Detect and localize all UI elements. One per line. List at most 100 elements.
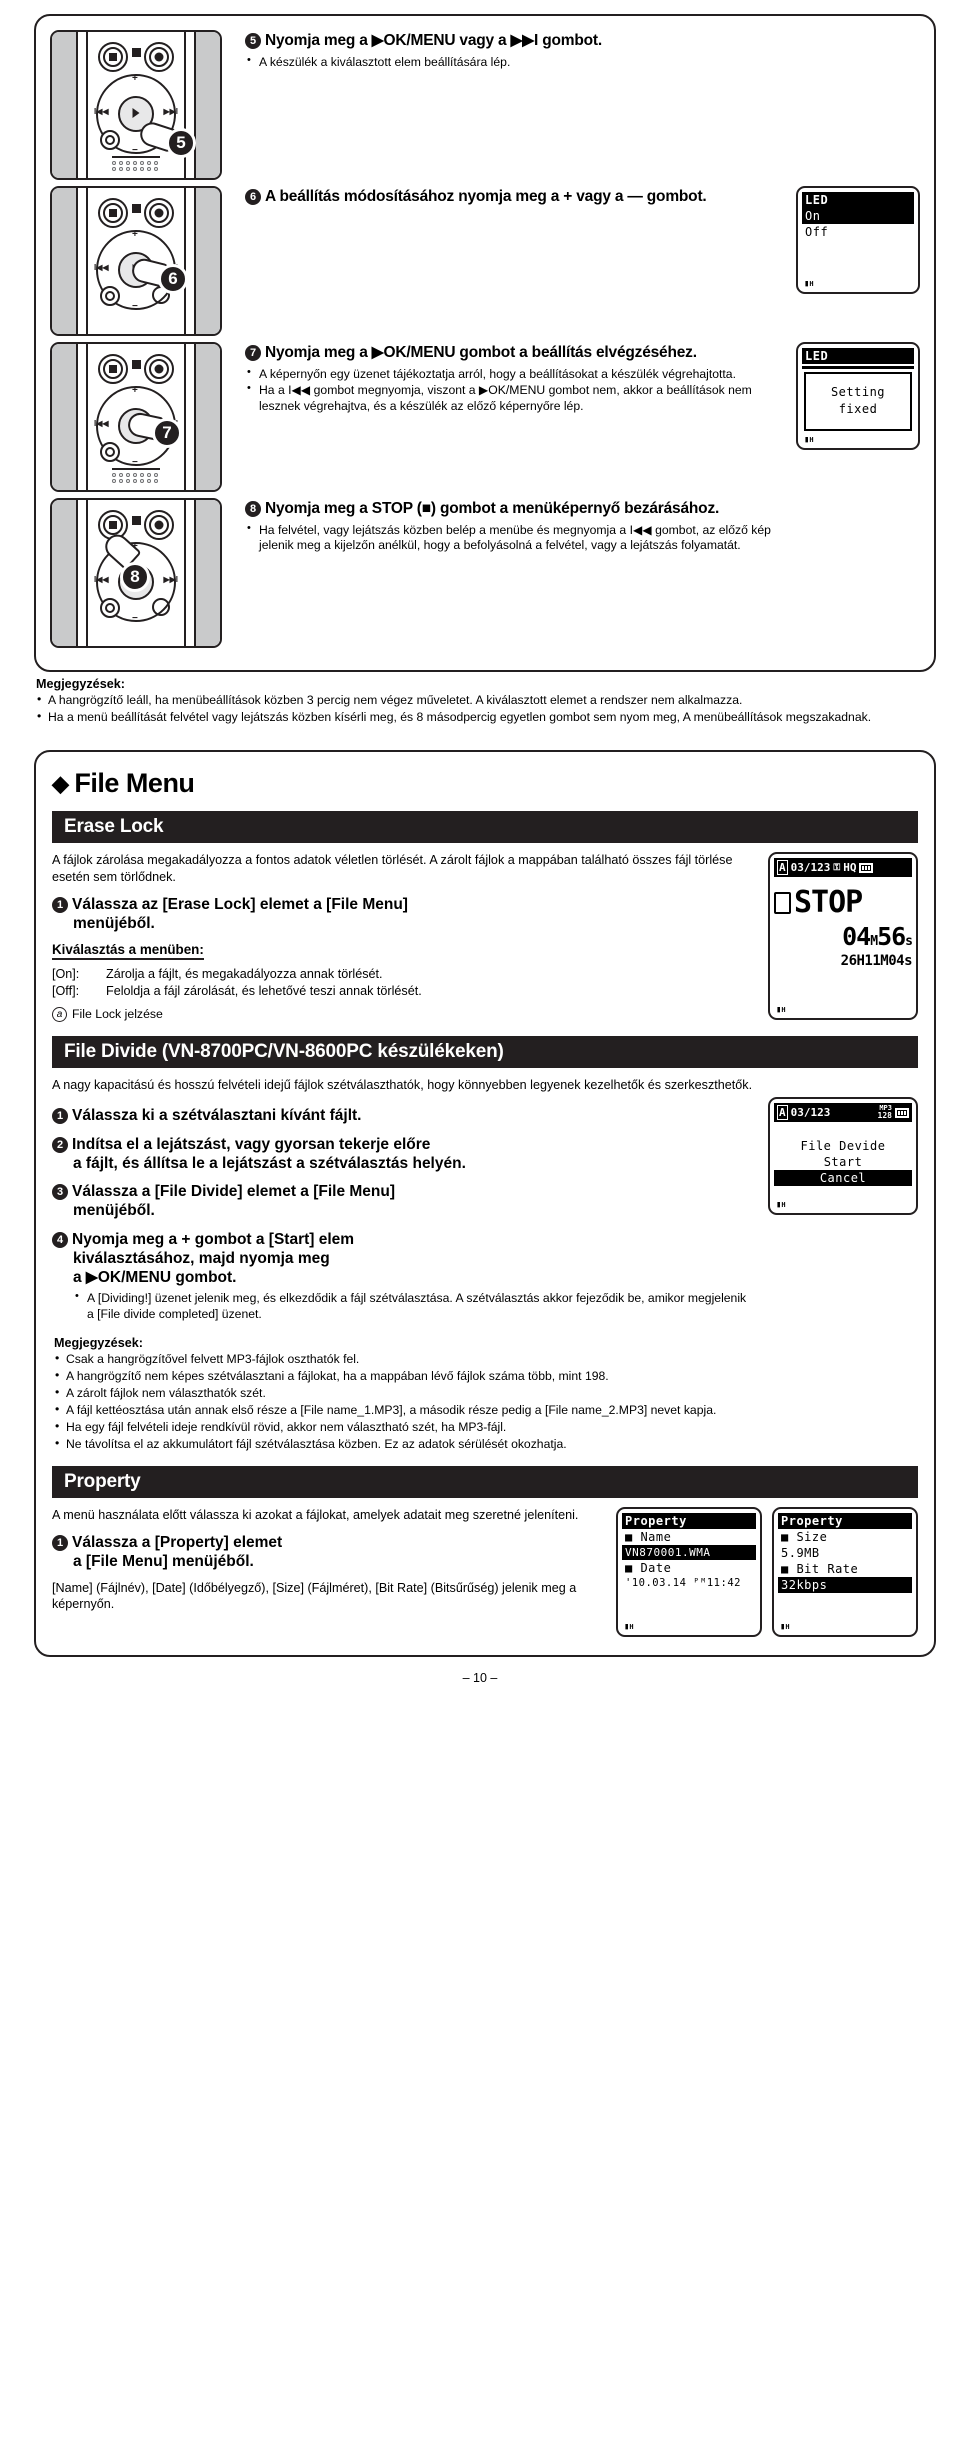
option-key: [Off]:: [52, 983, 80, 998]
step-badge: 1: [52, 896, 68, 913]
device-face: + − I◀◀ ▶▶I 8: [80, 500, 192, 646]
list-item: Ha egy fájl felvételi ideje rendkívül rö…: [54, 1419, 918, 1436]
page-number: – 10 –: [462, 1671, 498, 1686]
folder-indicator: A: [777, 1105, 788, 1121]
lcd-separator: [802, 366, 914, 369]
lcd-setting-fixed: LED Setting fixed ▮H: [796, 342, 920, 450]
erase-lock-lcd-wrap: A 03/123 ⚿ HQ STOP 04M56s 26H11M04s ▮H: [768, 852, 918, 1021]
notes-title: Megjegyzések:: [36, 677, 125, 691]
plus-label: +: [132, 385, 138, 396]
steps-section: + − I◀◀ ▶▶I 5 5 Nyomja meg a ▶OK/MENU va…: [34, 14, 936, 672]
erase-button-graphic: [152, 598, 170, 616]
file-menu-title-text: File Menu: [74, 768, 195, 799]
erase-lock-legend: a File Lock jelzése: [52, 1006, 754, 1022]
lcd-field-date-value: '10.03.14 ᴾᴹ11:42: [625, 1577, 741, 1590]
file-divide-step-3: 3 Válassza a [File Divide] elemet a [File…: [52, 1182, 754, 1220]
step-6-text: 6A beállítás módosításához nyomja meg a …: [235, 186, 788, 207]
step-5-callout-number: 5: [166, 128, 196, 158]
display-indicator-graphic: [132, 360, 141, 369]
step-8-heading-text: Nyomja meg a STOP (■) gombot a menüképer…: [265, 500, 720, 517]
recorder-device-graphic: + − I◀◀ ▶▶I 7: [50, 342, 222, 492]
step-8-callout-number: 8: [120, 562, 150, 592]
lcd-title: Property: [778, 1513, 912, 1530]
step-6-device-illustration: + − I◀◀ ▶▶I 6: [50, 186, 235, 336]
erase-lock-step-1: 1 Válassza az [Erase Lock] elemet a [File…: [52, 895, 754, 933]
file-divide-step-1: 1 Válassza ki a szétválasztani kívánt fáj…: [52, 1106, 754, 1125]
minus-label: −: [132, 613, 138, 624]
lcd-title: Property: [622, 1513, 756, 1530]
callout-a-icon: a: [52, 1006, 67, 1022]
step-6-callout-number: 6: [158, 264, 188, 294]
lcd-mic-indicator-icon: ▮H: [780, 1622, 790, 1633]
step-badge: 3: [52, 1184, 68, 1201]
device-left-edge: [52, 500, 78, 646]
recorder-device-graphic: + − I◀◀ ▶▶I 5: [50, 30, 222, 180]
lock-icon: ⚿: [833, 862, 841, 873]
play-icon: [132, 108, 140, 118]
notes-list: A hangrögzítő leáll, ha menübeállítások …: [36, 692, 936, 726]
step-8-bullets: Ha felvétel, vagy lejátszás közben belép…: [245, 522, 788, 554]
step-5-text: 5 Nyomja meg a ▶OK/MENU vagy a ▶▶I gombot…: [235, 30, 788, 71]
minus-label: −: [132, 457, 138, 468]
step-7-device-illustration: + − I◀◀ ▶▶I 7: [50, 342, 235, 492]
lcd-field-bitrate-value: 32kbps: [778, 1577, 912, 1594]
file-divide-bar: File Divide (VN-8700PC/VN-8600PC készülé…: [52, 1035, 918, 1068]
lcd-elapsed-time: 04M56s: [774, 922, 913, 951]
step-6-badge: 6: [245, 189, 261, 205]
display-indicator-graphic: [132, 204, 141, 213]
step-5-heading-text: Nyomja meg a ▶OK/MENU vagy a ▶▶I gombot.: [265, 32, 602, 49]
mic-button-graphic: [100, 598, 120, 618]
device-right-edge: [194, 32, 220, 178]
mic-button-graphic: [100, 130, 120, 150]
step-line: menüjéből.: [73, 1202, 155, 1220]
file-menu-section: ◆ File Menu Erase Lock A fájlok zárolása…: [34, 750, 936, 1658]
lcd-mic-indicator-icon: ▮H: [624, 1622, 634, 1633]
lcd-option-on: On: [802, 208, 914, 224]
step-badge: 4: [52, 1231, 68, 1248]
lcd-mic-indicator-icon: ▮H: [804, 279, 814, 289]
manual-page: + − I◀◀ ▶▶I 5 5 Nyomja meg a ▶OK/MENU va…: [0, 14, 960, 2461]
device-right-edge: [194, 344, 220, 490]
lcd-option-off: Off: [805, 225, 829, 239]
step-8-text: 8 Nyomja meg a STOP (■) gombot a menüképe…: [235, 498, 788, 555]
lcd-option-start: Start: [823, 1155, 863, 1170]
step-8-device-illustration: + − I◀◀ ▶▶I 8: [50, 498, 235, 648]
file-divide-notes: Megjegyzések: Csak a hangrögzítővel felv…: [52, 1333, 918, 1453]
step-8-heading: 8 Nyomja meg a STOP (■) gombot a menüképe…: [245, 500, 788, 519]
lcd-status-bar: A 03/123 MP3 128: [774, 1103, 912, 1123]
prev-icon: I◀◀: [94, 419, 109, 428]
step-7-text: 7 Nyomja meg a ▶OK/MENU gombot a beállítá…: [235, 342, 788, 415]
list-item: A képernyőn egy üzenet tájékoztatja arró…: [245, 366, 788, 382]
file-divide-lcd-wrap: A 03/123 MP3 128 File Devide Start Cance…: [768, 1097, 918, 1216]
lcd-field-bitrate-label: ■ Bit Rate: [781, 1562, 859, 1577]
recorder-device-graphic: + − I◀◀ ▶▶I 6: [50, 186, 222, 336]
lcd-field-name-value: VN870001.WMA: [622, 1545, 756, 1561]
lcd-mic-indicator-icon: ▮H: [776, 1005, 786, 1016]
record-button-graphic: [144, 198, 174, 228]
step-7-heading: 7 Nyomja meg a ▶OK/MENU gombot a beállítá…: [245, 344, 788, 363]
device-face: + − I◀◀ ▶▶I 7: [80, 344, 192, 490]
file-index: 03/123: [790, 861, 831, 875]
next-icon: ▶▶I: [163, 107, 178, 116]
device-face: + − I◀◀ ▶▶I 6: [80, 188, 192, 334]
property-step-line-2: a [File Menu] menüjéből.: [73, 1553, 254, 1571]
lcd-message-line-1: Setting: [830, 385, 886, 399]
step-7-bullets: A képernyőn egy üzenet tájékoztatja arró…: [245, 366, 788, 414]
seconds-unit: s: [905, 934, 913, 950]
step-5-heading: 5 Nyomja meg a ▶OK/MENU vagy a ▶▶I gombot…: [245, 32, 788, 51]
stop-square-icon: [774, 891, 791, 914]
file-index: 03/123: [790, 1106, 831, 1120]
step-badge: 1: [52, 1108, 68, 1125]
lcd-property-size-bitrate: Property ■ Size 5.9MB ■ Bit Rate 32kbps …: [772, 1507, 918, 1638]
mic-button-graphic: [100, 286, 120, 306]
property-lcd-wrap: Property ■ Name VN870001.WMA ■ Date '10.…: [616, 1507, 918, 1638]
option-desc: Feloldja a fájl zárolását, és lehetővé t…: [106, 983, 422, 998]
step-line: Válassza a [File Divide] elemet a [File …: [72, 1183, 396, 1201]
lcd-field-name-label: ■ Name: [625, 1530, 672, 1545]
file-divide-step-4-bullets: A [Dividing!] üzenet jelenik meg, és elk…: [52, 1290, 754, 1322]
record-button-graphic: [144, 510, 174, 540]
file-divide-step-4: 4 Nyomja meg a + gombot a [Start] elem ki…: [52, 1230, 754, 1288]
lcd-remaining-time: 26H11M04s: [840, 953, 913, 970]
property-footer-text: [Name] (Fájlnév), [Date] (Időbélyegző), …: [52, 1580, 577, 1612]
erase-lock-step-line-1: Válassza az [Erase Lock] elemet a [File …: [72, 895, 408, 913]
